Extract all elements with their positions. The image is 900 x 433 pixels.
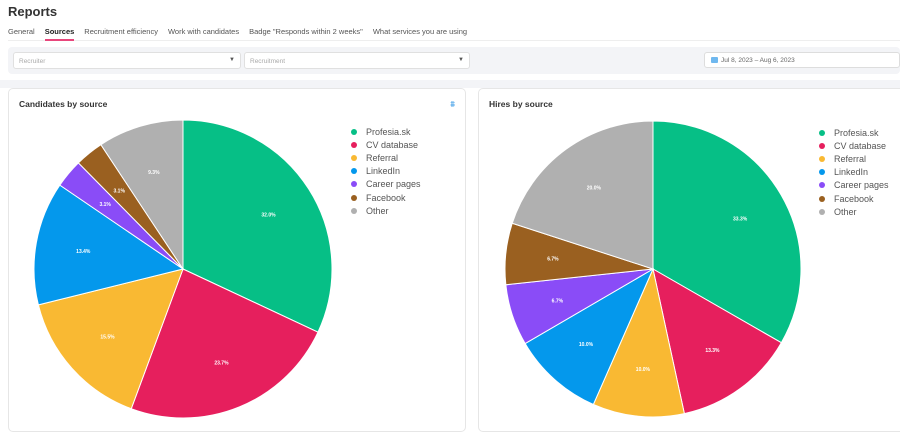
legend-label: Referral: [834, 153, 867, 164]
legend-item[interactable]: Referral: [819, 152, 889, 165]
data-label: 20.0%: [587, 186, 602, 192]
data-label: 13.4%: [76, 249, 91, 255]
legend-item[interactable]: Other: [819, 205, 889, 218]
legend-dot-icon: [351, 194, 357, 201]
hires-by-source-card: Hires by source 33.3% 13.3% 10.0% 10.0% 6.7%…: [478, 88, 900, 432]
date-range-picker[interactable]: Jul 8, 2023 – Aug 6, 2023: [704, 52, 900, 68]
legend: Profesia.sk CV database Referral LinkedIn Ca…: [819, 126, 889, 218]
tab-bar: General Sources Recruitment efficiency W…: [8, 27, 900, 41]
data-label: 6.7%: [547, 257, 559, 263]
tab-services[interactable]: What services you are using: [373, 27, 467, 40]
legend: Profesia.sk CV database Referral LinkedIn Ca…: [351, 125, 421, 217]
data-label: 15.5%: [100, 335, 115, 341]
legend-label: Career pages: [834, 180, 889, 191]
data-label: 23.7%: [214, 361, 229, 367]
legend-dot-icon: [819, 155, 825, 162]
data-label: 32.0%: [261, 213, 276, 219]
data-label: 3.1%: [99, 202, 111, 208]
legend-label: Facebook: [366, 192, 406, 203]
data-label: 13.3%: [705, 348, 720, 354]
legend-dot-icon: [819, 182, 825, 189]
data-label: 10.0%: [579, 342, 594, 348]
legend-dot-icon: [351, 141, 357, 148]
legend-item[interactable]: Profesia.sk: [351, 125, 421, 138]
legend-item[interactable]: Referral: [351, 151, 421, 164]
legend-label: LinkedIn: [834, 167, 869, 178]
tab-work-with-candidates[interactable]: Work with candidates: [168, 27, 239, 40]
legend-label: Other: [834, 206, 857, 217]
legend-label: Career pages: [366, 179, 421, 190]
chevron-down-icon: ▼: [229, 57, 235, 63]
candidates-by-source-card: Candidates by source ⩩ 32.0% 23.7% 15.5% 13…: [8, 88, 466, 432]
legend-label: Facebook: [834, 193, 874, 204]
legend-label: Profesia.sk: [366, 126, 411, 137]
legend-dot-icon: [819, 169, 825, 176]
data-label: 9.3%: [148, 170, 160, 176]
recruitment-placeholder: Recruitment: [250, 58, 286, 65]
data-label: 10.0%: [636, 367, 651, 373]
legend-label: Profesia.sk: [834, 127, 879, 138]
legend-item[interactable]: Facebook: [819, 192, 889, 205]
legend-dot-icon: [819, 195, 825, 202]
legend-dot-icon: [819, 208, 825, 215]
data-label: 6.7%: [552, 298, 564, 304]
legend-dot-icon: [351, 181, 357, 188]
data-label: 3.1%: [114, 188, 126, 194]
legend-item[interactable]: Other: [351, 204, 421, 217]
legend-dot-icon: [351, 154, 357, 161]
tab-recruitment-efficiency[interactable]: Recruitment efficiency: [84, 27, 158, 40]
legend-dot-icon: [351, 128, 357, 135]
recruiter-select[interactable]: Recruiter ▼: [13, 52, 241, 69]
legend-label: Referral: [366, 152, 399, 163]
legend-item[interactable]: CV database: [819, 139, 889, 152]
legend-dot-icon: [351, 168, 357, 175]
legend-dot-icon: [351, 207, 357, 214]
legend-label: CV database: [366, 139, 419, 150]
legend-dot-icon: [819, 142, 825, 149]
chevron-down-icon: ▼: [458, 57, 464, 63]
legend-item[interactable]: Profesia.sk: [819, 126, 889, 139]
recruitment-select[interactable]: Recruitment ▼: [244, 52, 470, 69]
legend-item[interactable]: Career pages: [819, 179, 889, 192]
legend-label: LinkedIn: [366, 166, 401, 177]
legend-item[interactable]: Facebook: [351, 191, 421, 204]
legend-label: Other: [366, 205, 389, 216]
calendar-icon: [711, 57, 718, 63]
date-range-text: Jul 8, 2023 – Aug 6, 2023: [721, 57, 795, 64]
tab-sources[interactable]: Sources: [44, 27, 74, 41]
divider: [0, 80, 900, 88]
legend-item[interactable]: CV database: [351, 138, 421, 151]
legend-item[interactable]: LinkedIn: [351, 165, 421, 178]
page-title: Reports: [8, 4, 58, 19]
legend-item[interactable]: Career pages: [351, 178, 421, 191]
legend-dot-icon: [819, 129, 825, 136]
recruiter-placeholder: Recruiter: [19, 58, 46, 65]
legend-label: CV database: [834, 140, 887, 151]
tab-badge[interactable]: Badge "Responds within 2 weeks": [249, 27, 363, 40]
tab-general[interactable]: General: [8, 27, 35, 40]
data-label: 33.3%: [733, 217, 748, 223]
legend-item[interactable]: LinkedIn: [819, 166, 889, 179]
